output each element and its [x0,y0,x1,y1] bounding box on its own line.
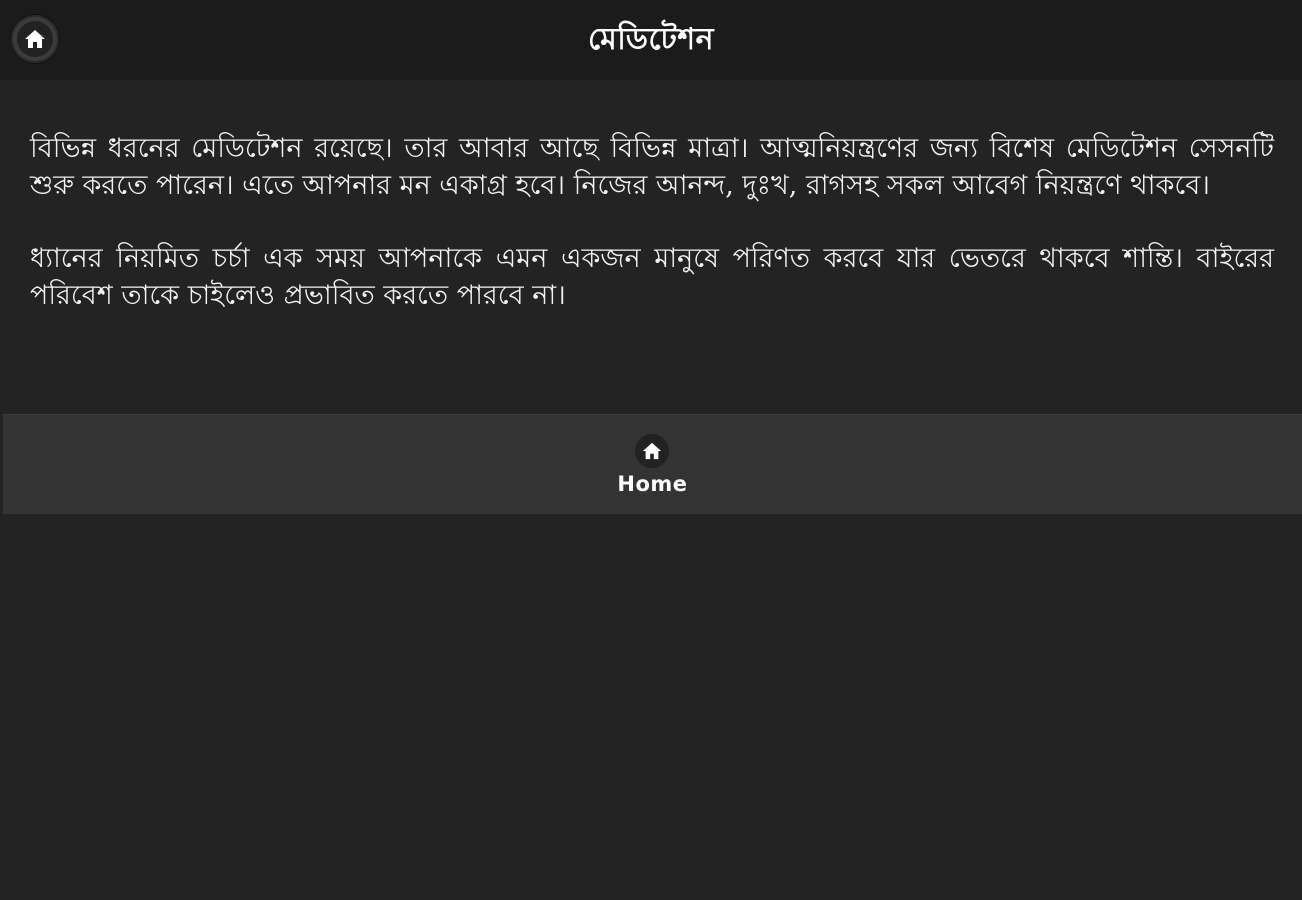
home-icon [17,21,53,57]
header-bar: মেডিটেশন [0,0,1302,80]
main-content: বিভিন্ন ধরনের মেডিটেশন রয়েছে। তার আবার … [30,130,1274,350]
footer-home-label: Home [617,471,688,496]
page-title: মেডিটেশন [587,21,715,57]
paragraph-1: বিভিন্ন ধরনের মেডিটেশন রয়েছে। তার আবার … [30,133,1274,201]
footer-home-button[interactable]: Home [617,433,688,496]
home-icon [635,433,670,468]
header-home-button[interactable] [11,15,59,63]
footer-navbar: Home [3,414,1302,514]
paragraph-2: ধ্যানের নিয়মিত চর্চা এক সময় আপনাকে এমন… [30,243,1274,311]
